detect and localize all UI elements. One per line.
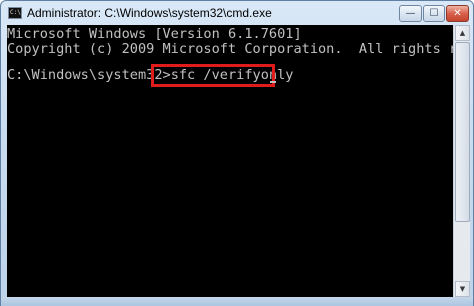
text-cursor bbox=[270, 81, 276, 83]
close-button[interactable]: ✕ bbox=[446, 5, 469, 22]
scroll-down-arrow-icon[interactable]: ▼ bbox=[455, 281, 470, 297]
console-area[interactable]: Microsoft Windows [Version 6.1.7601] Cop… bbox=[7, 25, 453, 297]
console-prompt: C:\Windows\system32> bbox=[7, 67, 171, 83]
minimize-button[interactable]: — bbox=[399, 5, 422, 22]
cmd-window: C:\ Administrator: C:\Windows\system32\c… bbox=[0, 0, 474, 306]
scroll-thumb[interactable] bbox=[455, 42, 470, 222]
window-bottom-border bbox=[1, 297, 473, 306]
vertical-scrollbar[interactable]: ▲ ▼ bbox=[453, 25, 470, 297]
console-line-copyright: Copyright (c) 2009 Microsoft Corporation… bbox=[7, 41, 453, 57]
window-title: Administrator: C:\Windows\system32\cmd.e… bbox=[27, 6, 272, 20]
scroll-up-arrow-icon[interactable]: ▲ bbox=[455, 25, 470, 41]
maximize-button[interactable]: ☐ bbox=[423, 5, 445, 22]
command-highlight-box bbox=[151, 64, 275, 87]
cmd-icon[interactable]: C:\ bbox=[8, 7, 22, 19]
title-bar[interactable]: C:\ Administrator: C:\Windows\system32\c… bbox=[1, 1, 473, 25]
console-line-version: Microsoft Windows [Version 6.1.7601] bbox=[7, 26, 302, 42]
